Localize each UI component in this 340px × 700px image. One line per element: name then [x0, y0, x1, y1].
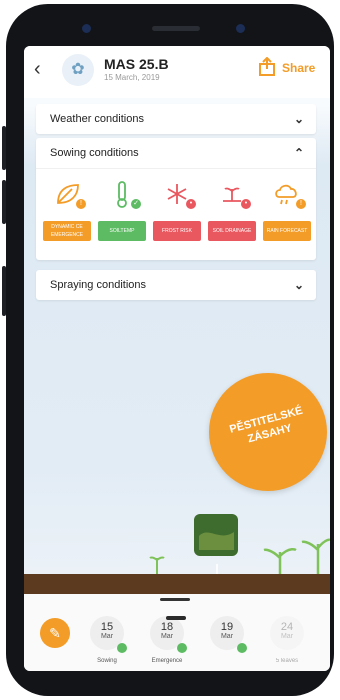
crop-leaf-icon: ✿: [62, 54, 94, 86]
check-icon: [177, 643, 187, 653]
plant-photo-detail: [199, 532, 234, 550]
app-screen: ‹ ✿ MAS 25.B 15 March, 2019 Share Weathe…: [24, 46, 330, 671]
phone-volume-down: [2, 180, 6, 224]
timeline-day-2[interactable]: 18 Mar: [150, 616, 187, 653]
seedling-drainage-icon: •: [207, 179, 257, 215]
chevron-down-icon[interactable]: ⌄: [294, 112, 304, 126]
condition-rain-forecast[interactable]: ! RAIN FORECAST: [262, 179, 312, 241]
timeline-day-3[interactable]: 19 Mar: [210, 616, 247, 653]
timeline-day-4[interactable]: 24 Mar: [270, 616, 304, 650]
condition-frost-risk[interactable]: • FROST RISK: [152, 179, 202, 241]
grown-plant-icon: [301, 538, 330, 574]
share-icon[interactable]: [258, 57, 276, 77]
condition-emergence[interactable]: ! DYNAMIC CE EMERGENCE: [42, 179, 92, 241]
rain-cloud-warning-icon: !: [262, 179, 312, 215]
condition-tag: RAIN FORECAST: [263, 221, 311, 241]
growing-actions-button[interactable]: PĚSTITELSKÉ ZÁSAHY: [209, 373, 327, 491]
leaf-warning-icon: !: [42, 179, 92, 215]
phone-volume-up: [2, 126, 6, 170]
crop-growth-illustration: [149, 514, 330, 574]
phone-front-camera: [82, 24, 91, 33]
growing-actions-label: PĚSTITELSKÉ ZÁSAHY: [228, 404, 305, 446]
stage-label-emergence: Emergence: [151, 658, 183, 664]
sowing-conditions-header[interactable]: Sowing conditions ⌃: [36, 138, 316, 169]
soil-strip: [24, 574, 330, 594]
edit-pencil-button[interactable]: ✎: [40, 618, 70, 648]
sowing-conditions-label: Sowing conditions: [50, 147, 139, 159]
check-icon: [237, 643, 247, 653]
weather-conditions-label: Weather conditions: [50, 113, 144, 125]
snowflake-icon: •: [152, 179, 202, 215]
spraying-conditions-panel[interactable]: Spraying conditions ⌄: [36, 270, 316, 300]
condition-soil-drainage[interactable]: • SOIL DRAINAGE: [207, 179, 257, 241]
condition-tag: DYNAMIC CE EMERGENCE: [43, 221, 91, 241]
drag-handle[interactable]: [160, 598, 190, 601]
condition-tag: SOILTEMP: [98, 221, 146, 241]
seedling-sprout-icon: [149, 556, 165, 574]
phone-side-button: [2, 266, 6, 316]
chevron-down-icon[interactable]: ⌄: [294, 278, 304, 292]
thermometer-icon: ✓: [97, 179, 147, 215]
check-icon: [117, 643, 127, 653]
phone-sensor: [236, 24, 245, 33]
home-indicator: [166, 616, 186, 620]
sowing-conditions-panel: Sowing conditions ⌃ ! DYNAMIC CE EMERGEN…: [36, 138, 316, 260]
spraying-conditions-label: Spraying conditions: [50, 279, 147, 291]
stage-label-5-leaves: 5 leaves: [275, 658, 299, 664]
timeline-day-1[interactable]: 15 Mar: [90, 616, 127, 653]
chevron-up-icon[interactable]: ⌃: [294, 146, 304, 160]
phone-frame: ‹ ✿ MAS 25.B 15 March, 2019 Share Weathe…: [6, 4, 334, 696]
field-date: 15 March, 2019: [104, 73, 160, 82]
young-plant-icon: [263, 548, 297, 574]
share-button[interactable]: Share: [282, 61, 315, 75]
phone-speaker: [152, 26, 200, 31]
app-header: ‹ ✿ MAS 25.B 15 March, 2019 Share: [24, 46, 330, 98]
stage-label-sowing: Sowing: [97, 658, 117, 664]
condition-soil-temp[interactable]: ✓ SOILTEMP: [97, 179, 147, 241]
condition-tag: FROST RISK: [153, 221, 201, 241]
back-chevron-icon[interactable]: ‹: [34, 58, 41, 81]
weather-conditions-panel[interactable]: Weather conditions ⌄: [36, 104, 316, 134]
sowing-conditions-list: ! DYNAMIC CE EMERGENCE ✓ SOILTEMP • FROS…: [36, 169, 316, 259]
field-title: MAS 25.B: [104, 56, 169, 72]
condition-tag: SOIL DRAINAGE: [208, 221, 256, 241]
